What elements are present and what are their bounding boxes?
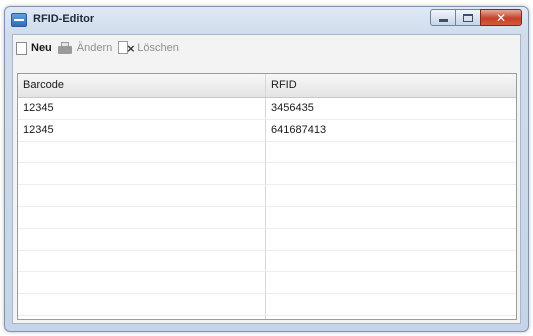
table-row[interactable]	[18, 163, 516, 186]
maximize-button[interactable]	[455, 9, 481, 26]
cell-barcode: 12345	[18, 98, 266, 119]
cell-barcode	[18, 141, 266, 163]
table-row[interactable]	[18, 185, 516, 207]
rfid-table[interactable]: Barcode RFID 12345 3456435 12345 641687413	[17, 73, 517, 320]
cell-barcode	[18, 206, 266, 228]
table-row[interactable]	[18, 272, 516, 295]
app-icon	[11, 13, 27, 27]
window-title: RFID-Editor	[33, 13, 95, 25]
cell-barcode: 12345	[18, 119, 266, 141]
table-body: 12345 3456435 12345 641687413	[18, 98, 516, 319]
cell-rfid	[266, 251, 516, 272]
cell-barcode	[18, 228, 266, 250]
client-area: Neu Ändern Löschen Barcode RFID 12345 345…	[12, 34, 521, 324]
cell-rfid	[266, 185, 516, 206]
new-button-label: Neu	[31, 42, 52, 54]
table-row[interactable]	[18, 206, 516, 229]
delete-icon	[118, 41, 135, 55]
cell-rfid	[266, 163, 516, 184]
column-header-rfid[interactable]: RFID	[266, 74, 516, 97]
table-row[interactable]	[18, 228, 516, 251]
toolbar: Neu Ändern Löschen	[13, 35, 520, 61]
new-button[interactable]: Neu	[16, 41, 52, 55]
cell-rfid: 3456435	[271, 102, 314, 114]
delete-button[interactable]: Löschen	[118, 41, 179, 55]
cell-barcode	[18, 163, 266, 185]
table-header: Barcode RFID	[18, 74, 516, 98]
maximize-icon	[463, 13, 473, 22]
table-row[interactable]	[18, 141, 516, 164]
cell-barcode	[18, 272, 266, 294]
table-row[interactable]	[18, 315, 516, 319]
cell-barcode	[18, 250, 266, 272]
edit-icon	[57, 42, 73, 54]
cell-rfid	[266, 316, 516, 319]
table-row[interactable]	[18, 250, 516, 273]
minimize-icon	[438, 18, 448, 22]
edit-button-label: Ändern	[76, 42, 113, 54]
rfid-editor-window: RFID-Editor ✕ Neu Ändern × Löschen Barco…	[4, 6, 529, 332]
new-document-icon	[16, 41, 27, 55]
cell-rfid	[266, 272, 516, 293]
cell-rfid	[266, 294, 516, 315]
close-button[interactable]: ✕	[480, 9, 522, 26]
cell-barcode	[18, 315, 266, 319]
delete-button-label: Löschen	[137, 42, 179, 54]
cell-barcode	[18, 294, 266, 315]
table-row[interactable]: 12345 3456435	[18, 98, 516, 120]
cell-rfid	[266, 207, 516, 228]
table-row[interactable]: 12345 641687413	[18, 119, 516, 142]
cell-barcode	[18, 185, 266, 206]
edit-button[interactable]: Ändern	[57, 42, 113, 54]
table-row[interactable]	[18, 294, 516, 316]
title-bar[interactable]: RFID-Editor ✕	[5, 7, 528, 33]
cell-rfid	[266, 229, 516, 250]
cell-rfid: 641687413	[271, 123, 327, 136]
minimize-button[interactable]	[430, 9, 456, 26]
cell-rfid	[266, 142, 516, 163]
window-controls: ✕	[430, 9, 522, 27]
column-header-barcode[interactable]: Barcode	[18, 74, 266, 97]
close-icon: ✕	[495, 10, 507, 25]
